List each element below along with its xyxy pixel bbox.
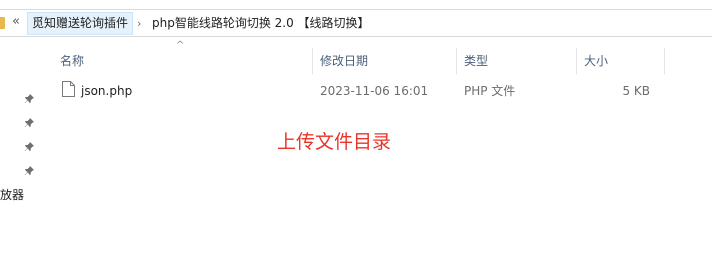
column-divider[interactable] (576, 48, 577, 74)
annotation-text: 上传文件目录 (277, 131, 392, 153)
pin-icon[interactable] (24, 118, 34, 128)
column-header-name[interactable]: 名称 (60, 54, 84, 68)
file-list-row[interactable]: json.php 2023-11-06 16:01 PHP 文件 5 KB (48, 80, 712, 102)
column-header-row: ^ 名称 修改日期 类型 大小 (48, 40, 712, 74)
chevron-right-icon[interactable]: › (137, 16, 141, 31)
sort-ascending-icon: ^ (176, 40, 185, 51)
breadcrumb-item[interactable]: 觅知赠送轮询插件 (27, 12, 134, 35)
document-icon (62, 81, 75, 97)
pin-icon[interactable] (24, 94, 34, 104)
navigation-pane: 放器 (0, 38, 48, 266)
pin-icon[interactable] (24, 166, 34, 176)
column-divider[interactable] (456, 48, 457, 74)
pin-icon[interactable] (24, 142, 34, 152)
nav-item-label[interactable]: 放器 (0, 188, 24, 202)
file-modified-date: 2023-11-06 16:01 (320, 84, 429, 98)
address-bar[interactable]: « 觅知赠送轮询插件 › php智能线路轮询切换 2.0 【线路切换】 (0, 9, 712, 37)
column-divider[interactable] (664, 48, 665, 74)
file-explorer-window: « 觅知赠送轮询插件 › php智能线路轮询切换 2.0 【线路切换】 放器 ^… (0, 0, 712, 266)
file-size: 5 KB (622, 84, 650, 98)
file-type: PHP 文件 (464, 84, 516, 98)
column-header-modified[interactable]: 修改日期 (320, 54, 368, 68)
file-name: json.php (81, 84, 133, 98)
breadcrumb-item[interactable]: php智能线路轮询切换 2.0 【线路切换】 (152, 16, 370, 31)
breadcrumb-overflow-icon[interactable]: « (12, 15, 20, 29)
folder-icon (0, 17, 5, 29)
column-header-type[interactable]: 类型 (464, 54, 488, 68)
column-header-size[interactable]: 大小 (584, 54, 608, 68)
column-divider[interactable] (312, 48, 313, 74)
